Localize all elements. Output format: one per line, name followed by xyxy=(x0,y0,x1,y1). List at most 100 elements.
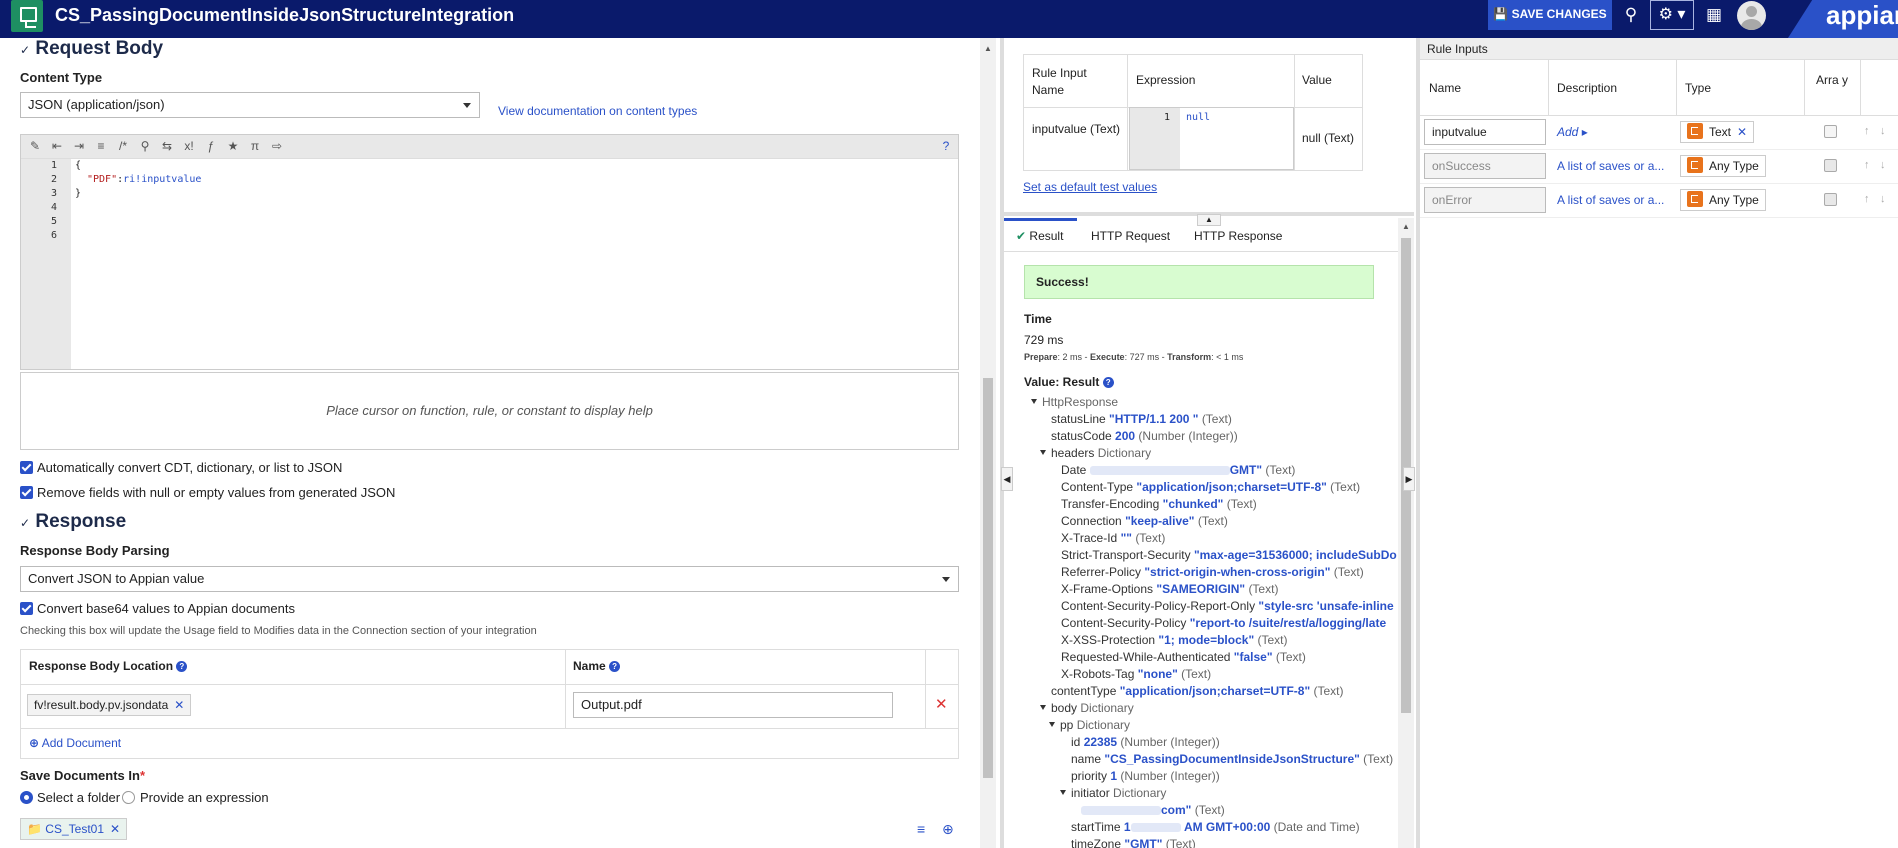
save-changes-button[interactable]: 💾 SAVE CHANGES xyxy=(1488,0,1612,30)
help-icon[interactable]: ? xyxy=(609,661,621,672)
tree-key: startTime xyxy=(1071,820,1121,834)
expand-icon[interactable] xyxy=(1040,705,1046,710)
help-icon[interactable]: ? xyxy=(176,661,188,672)
description-text[interactable]: A list of saves or a... xyxy=(1557,159,1664,173)
document-name-input[interactable]: Output.pdf xyxy=(573,692,893,718)
export-icon[interactable]: ⇨ xyxy=(269,138,285,154)
move-down-icon[interactable]: ↓ xyxy=(1880,193,1886,205)
chevron-down-icon xyxy=(463,103,471,108)
tree-root[interactable]: HttpResponse xyxy=(1031,395,1118,409)
move-up-icon[interactable]: ↑ xyxy=(1864,193,1870,205)
search-icon[interactable]: ⚲ xyxy=(137,138,153,154)
tree-node[interactable]: pp Dictionary xyxy=(1049,718,1130,732)
response-parsing-select[interactable]: Convert JSON to Appian value xyxy=(20,566,959,592)
help-icon[interactable]: ? xyxy=(938,138,954,154)
dependents-icon[interactable]: ⚲ xyxy=(1617,3,1645,27)
success-check-icon: ✔ xyxy=(1016,229,1027,243)
select-folder-radio[interactable] xyxy=(20,791,33,804)
move-down-icon[interactable]: ↓ xyxy=(1880,159,1886,171)
app-grid-icon[interactable]: ▦ xyxy=(1700,3,1728,27)
tree-node: Transfer-Encoding "chunked" (Text) xyxy=(1061,497,1257,511)
provide-expression-radio[interactable] xyxy=(122,791,135,804)
user-avatar[interactable] xyxy=(1737,1,1766,30)
expand-icon[interactable] xyxy=(1049,722,1055,727)
expand-icon[interactable] xyxy=(1031,399,1037,404)
delete-row-icon[interactable]: ✕ xyxy=(935,695,948,713)
provide-expression-label: Provide an expression xyxy=(140,790,269,805)
folder-chip[interactable]: 📁 CS_Test01 ✕ xyxy=(20,818,128,840)
tree-node[interactable]: initiator Dictionary xyxy=(1060,786,1166,800)
test-expression-editor[interactable]: 1 null xyxy=(1129,107,1294,170)
tree-node[interactable]: headers Dictionary xyxy=(1040,446,1151,460)
tree-node[interactable]: body Dictionary xyxy=(1040,701,1134,715)
array-checkbox xyxy=(1824,159,1837,172)
comment-icon[interactable]: /* xyxy=(115,138,131,154)
add-folder-icon[interactable]: ⊕ xyxy=(942,821,954,838)
col-expression: Expression xyxy=(1136,73,1196,87)
left-scrollbar[interactable]: ▲ xyxy=(980,38,996,848)
tree-key: Content-Security-Policy-Report-Only xyxy=(1061,599,1256,613)
request-body-heading[interactable]: ✓ Request Body xyxy=(20,38,163,60)
top-bar: CS_PassingDocumentInsideJsonStructureInt… xyxy=(0,0,1898,38)
add-description-link[interactable]: Add ▸ xyxy=(1557,125,1588,139)
description-text[interactable]: A list of saves or a... xyxy=(1557,193,1664,207)
location-expression-chip[interactable]: fv!result.body.pv.jsondata ✕ xyxy=(27,694,192,716)
list-icon[interactable]: ≡ xyxy=(93,138,109,154)
tree-key: pp xyxy=(1060,718,1074,732)
col-header-name: Name ? xyxy=(573,659,621,673)
tree-type: (Number (Integer)) xyxy=(1120,735,1220,749)
move-up-icon[interactable]: ↑ xyxy=(1864,125,1870,137)
indent-icon[interactable]: ⇤ xyxy=(49,138,65,154)
tree-value: "SAMEORIGIN" xyxy=(1156,582,1246,596)
base64-checkbox[interactable] xyxy=(20,602,33,615)
scroll-up-icon[interactable]: ▲ xyxy=(1402,222,1410,231)
redacted-value xyxy=(1089,466,1230,476)
remove-icon[interactable]: ✕ xyxy=(110,822,120,836)
rule-input-name-cell: inputvalue (Text) xyxy=(1032,122,1121,136)
tree-key: Content-Security-Policy xyxy=(1061,616,1187,630)
move-down-icon[interactable]: ↓ xyxy=(1880,125,1886,137)
content-type-docs-link[interactable]: View documentation on content types xyxy=(498,104,697,118)
add-document-link[interactable]: ⊕ Add Document xyxy=(29,736,121,750)
tree-value: "strict-origin-when-cross-origin" xyxy=(1144,565,1331,579)
result-scrollbar[interactable]: ▲ xyxy=(1398,218,1414,848)
expand-icon[interactable] xyxy=(1060,790,1066,795)
array-checkbox[interactable] xyxy=(1824,125,1837,138)
tab-http-request[interactable]: HTTP Request xyxy=(1091,229,1170,243)
settings-gear-button[interactable]: ⚙ ▾ xyxy=(1650,0,1694,30)
collapse-right-icon[interactable]: ▶ xyxy=(1403,467,1415,491)
clear-icon[interactable]: x! xyxy=(181,138,197,154)
rule-input-name-field: onSuccess xyxy=(1424,153,1546,179)
rule-input-name-value: onError xyxy=(1432,193,1473,207)
remove-null-label: Remove fields with null or empty values … xyxy=(37,485,396,500)
tab-http-response[interactable]: HTTP Response xyxy=(1194,229,1282,243)
wand-icon[interactable]: ✎ xyxy=(27,138,43,154)
outdent-icon[interactable]: ⇥ xyxy=(71,138,87,154)
left-scrollbar-thumb[interactable] xyxy=(983,378,993,778)
content-type-select[interactable]: JSON (application/json) xyxy=(20,92,480,118)
set-default-test-values-link[interactable]: Set as default test values xyxy=(1023,180,1157,194)
response-heading[interactable]: ✓ Response xyxy=(20,511,126,533)
function-icon[interactable]: ƒ xyxy=(203,138,219,154)
move-up-icon[interactable]: ↑ xyxy=(1864,159,1870,171)
page-title: CS_PassingDocumentInsideJsonStructureInt… xyxy=(55,5,515,25)
expand-icon[interactable] xyxy=(1040,450,1046,455)
json-expression-editor[interactable]: ✎ ⇤ ⇥ ≡ /* ⚲ ⇆ x! ƒ ★ π ⇨ ? 1 2 3 4 5 6 … xyxy=(20,134,959,370)
save-documents-label: Save Documents In* xyxy=(20,768,145,783)
auto-convert-checkbox[interactable] xyxy=(20,461,33,474)
tree-node: Connection "keep-alive" (Text) xyxy=(1061,514,1228,528)
type-chip[interactable]: Text ✕ xyxy=(1680,121,1755,143)
pi-icon[interactable]: π xyxy=(247,138,263,154)
list-view-icon[interactable]: ≡ xyxy=(917,821,925,837)
type-value: Text xyxy=(1709,125,1732,139)
scroll-up-icon[interactable]: ▲ xyxy=(984,44,992,53)
tab-result[interactable]: ✔ Result xyxy=(1004,218,1077,252)
tree-type: Dictionary xyxy=(1097,446,1152,460)
shuffle-icon[interactable]: ⇆ xyxy=(159,138,175,154)
remove-null-checkbox[interactable] xyxy=(20,486,33,499)
remove-icon[interactable]: ✕ xyxy=(174,698,184,712)
remove-icon[interactable]: ✕ xyxy=(1737,125,1747,139)
rule-input-name-field[interactable]: inputvalue xyxy=(1424,119,1546,145)
tree-value: "application/json;charset=UTF-8" xyxy=(1119,684,1311,698)
star-icon[interactable]: ★ xyxy=(225,138,241,154)
